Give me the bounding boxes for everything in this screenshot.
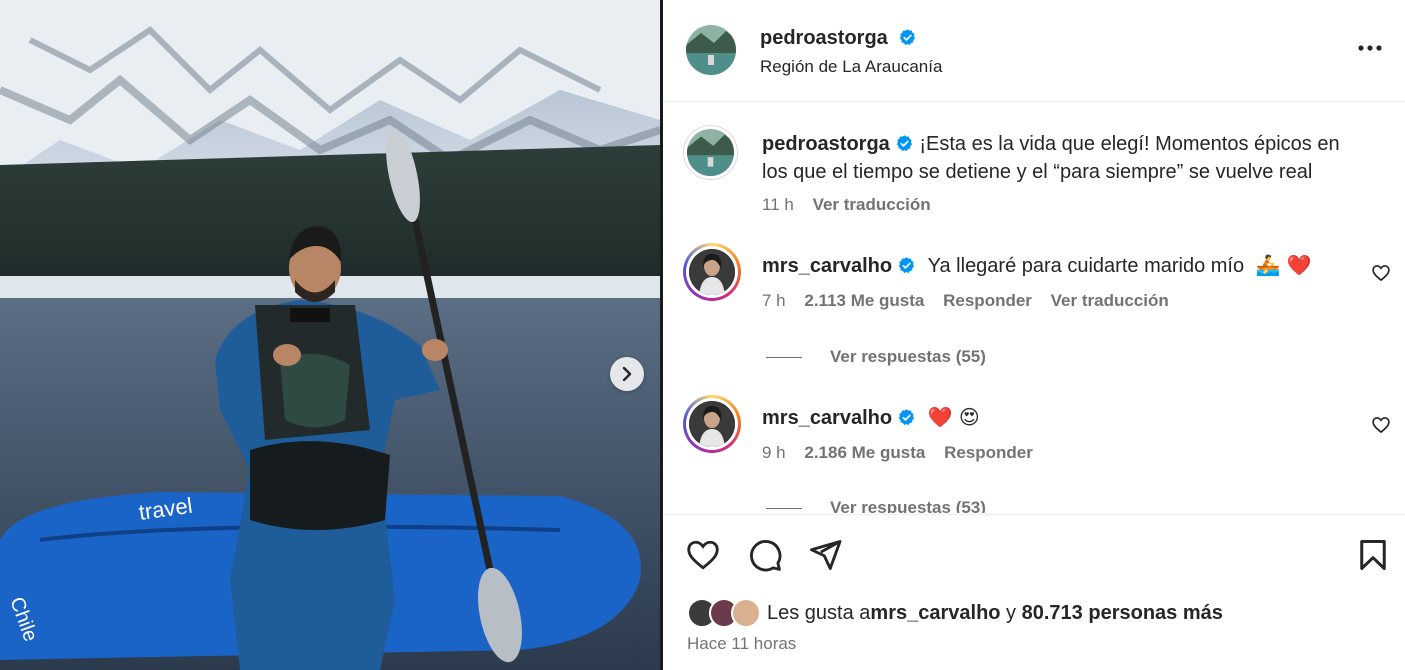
caption-username[interactable]: pedroastorga (762, 133, 890, 155)
post-time[interactable]: Hace 11 horas (687, 634, 796, 654)
view-replies-button[interactable]: Ver respuestas (53) (766, 498, 986, 513)
comment-icon[interactable] (747, 537, 783, 573)
post-panel: pedroastorga Región de La Araucanía pedr… (663, 0, 1405, 670)
likes-summary: Les gusta a mrs_carvalho y 80.713 person… (687, 597, 1223, 629)
comments-list[interactable]: pedroastorga ¡Esta es la vida que elegí!… (663, 103, 1405, 513)
comment-emoji: ❤️ 😍 (927, 405, 980, 429)
post-photo[interactable]: travel Chile (0, 0, 660, 670)
likers-avatars[interactable] (687, 598, 763, 628)
kayaker-photo: travel Chile (0, 0, 660, 670)
likes-user-link[interactable]: mrs_carvalho (870, 602, 1000, 625)
bookmark-icon[interactable] (1355, 537, 1391, 573)
next-image-button[interactable] (610, 357, 644, 391)
likes-middle: y (1000, 601, 1022, 624)
comment-avatar-story-ring[interactable] (683, 395, 741, 453)
likes-prefix: Les gusta a (767, 601, 871, 624)
comment-text: Ya llegaré para cuidarte marido mío (927, 255, 1245, 277)
caption-avatar[interactable] (683, 125, 738, 180)
post-header: pedroastorga Región de La Araucanía (663, 0, 1405, 102)
more-options-icon[interactable] (1355, 36, 1385, 60)
reply-button[interactable]: Responder (944, 443, 1033, 462)
view-replies-button[interactable]: Ver respuestas (55) (766, 347, 986, 367)
comment-emoji: 🚣 ❤️ (1255, 253, 1312, 277)
comment-avatar-story-ring[interactable] (683, 243, 741, 301)
comment-likes[interactable]: 2.113 Me gusta (804, 291, 924, 310)
reply-button[interactable]: Responder (943, 291, 1032, 310)
post-location[interactable]: Región de La Araucanía (760, 57, 942, 77)
verified-icon (900, 29, 916, 45)
author-avatar[interactable] (686, 25, 736, 75)
author-username[interactable]: pedroastorga (760, 27, 888, 49)
heart-icon[interactable] (685, 537, 721, 573)
comment-like-icon[interactable] (1371, 415, 1391, 435)
caption-time[interactable]: 11 h (762, 195, 794, 214)
comment-item: mrs_carvalho Ya llegaré para cuidarte ma… (683, 243, 1403, 323)
comment-likes[interactable]: 2.186 Me gusta (804, 443, 925, 462)
comment-time[interactable]: 9 h (762, 443, 786, 462)
caption-translate-link[interactable]: Ver traducción (813, 195, 931, 214)
comment-like-icon[interactable] (1371, 263, 1391, 283)
comment-time[interactable]: 7 h (762, 291, 786, 310)
verified-icon (898, 257, 915, 273)
post-actions: Les gusta a mrs_carvalho y 80.713 person… (663, 514, 1405, 670)
likes-count-link[interactable]: 80.713 personas más (1022, 602, 1223, 625)
comment-username[interactable]: mrs_carvalho (762, 255, 892, 277)
comment-username[interactable]: mrs_carvalho (762, 407, 892, 429)
verified-icon (896, 135, 912, 151)
chevron-right-icon (622, 367, 632, 381)
verified-icon (898, 409, 915, 425)
translate-link[interactable]: Ver traducción (1051, 291, 1169, 310)
share-icon[interactable] (807, 537, 843, 573)
comment-item: mrs_carvalho ❤️ 😍 9 h 2.186 Me gusta Res… (683, 395, 1403, 475)
